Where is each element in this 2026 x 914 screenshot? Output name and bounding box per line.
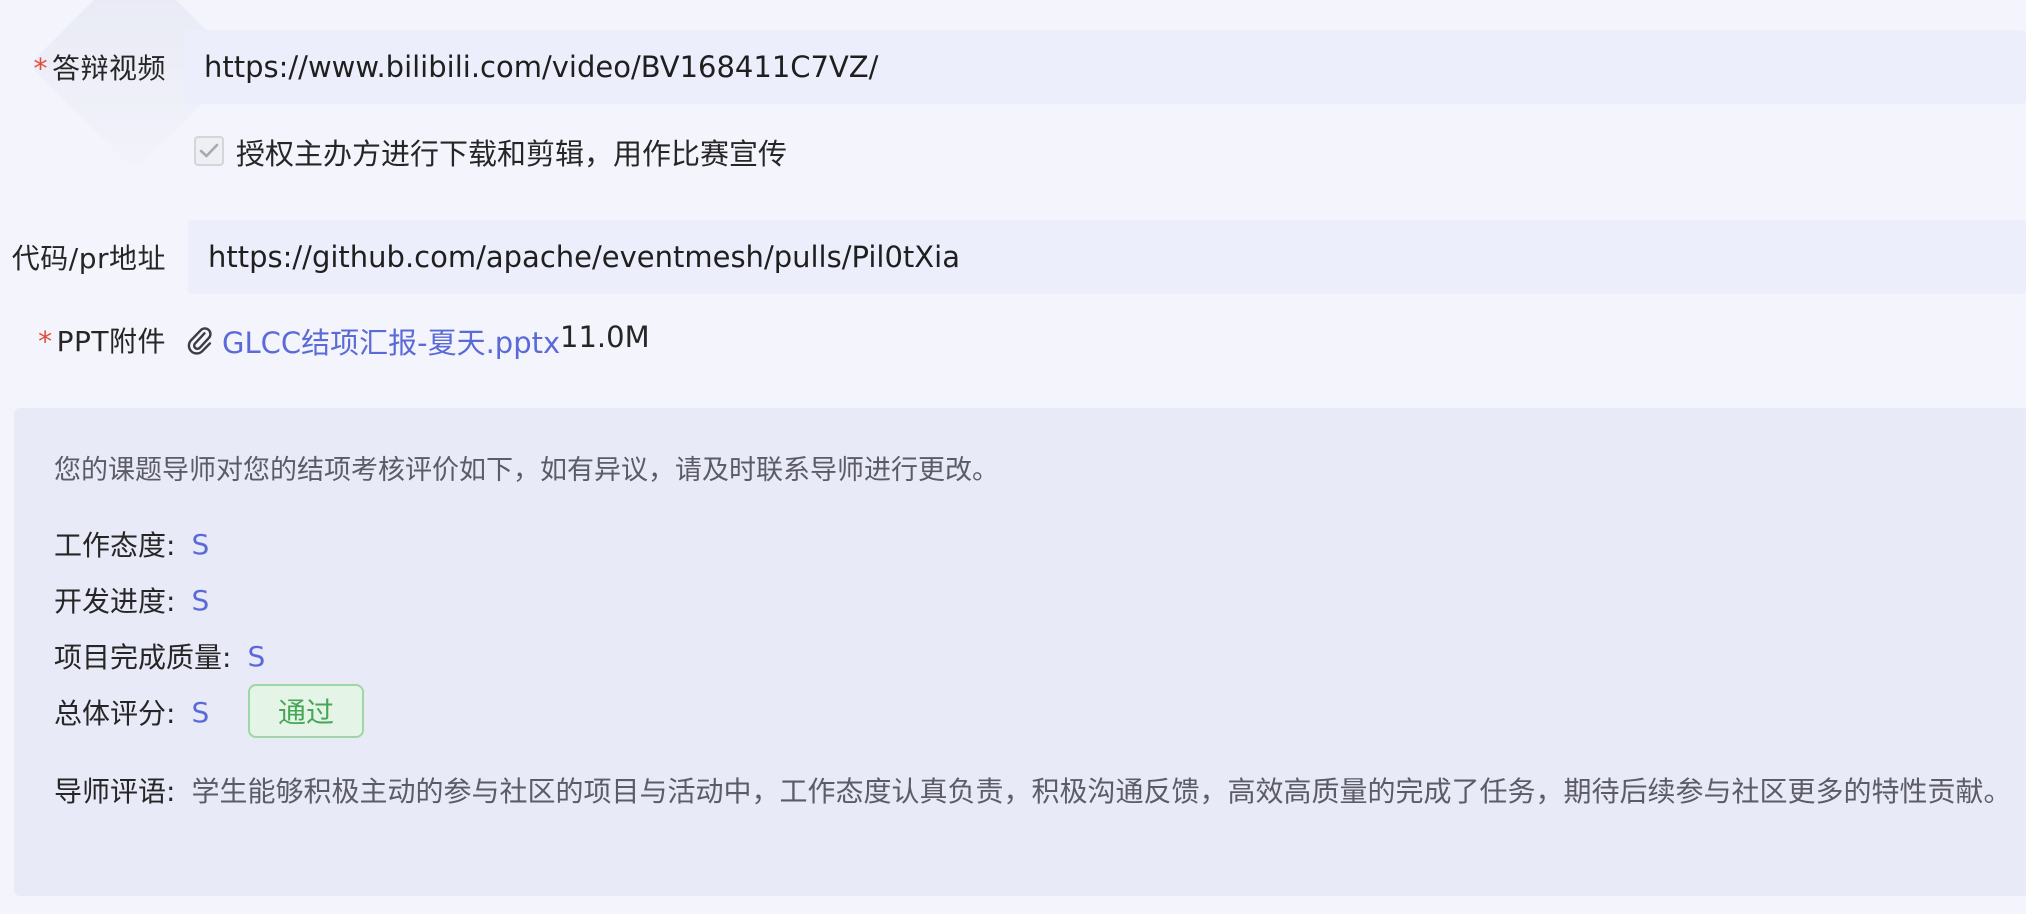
overall-label: 总体评分: (54, 697, 176, 730)
mentor-comment-text: 学生能够积极主动的参与社区的项目与活动中，工作态度认真负责，积极沟通反馈，高效高… (191, 775, 2012, 808)
work-attitude-label: 工作态度: (54, 529, 176, 562)
overall-grade: S (191, 695, 210, 729)
dev-progress-grade: S (191, 583, 210, 617)
submission-form: * 答辩视频 https://www.bilibili.com/video/BV1… (0, 0, 2026, 914)
ppt-label: * PPT附件 (38, 325, 166, 358)
status-badge-text: 通过 (277, 696, 334, 729)
authorize-label[interactable]: 授权主办方进行下载和剪辑，用作比赛宣传 (236, 131, 787, 173)
dev-progress-label: 开发进度: (54, 585, 176, 618)
status-badge: 通过 (248, 684, 364, 738)
mentor-comment: 导师评语: 学生能够积极主动的参与社区的项目与活动中，工作态度认真负责，积极沟通… (54, 770, 2011, 810)
video-label: * 答辩视频 (33, 52, 166, 85)
ppt-file-size: 11.0M (560, 320, 650, 354)
quality-grade: S (247, 639, 266, 673)
ppt-file-link[interactable]: GLCC结项汇报-夏天.pptx (222, 320, 560, 362)
work-attitude-grade: S (191, 527, 210, 561)
required-mark: * (33, 52, 48, 85)
overall-line: 总体评分: S (54, 692, 209, 732)
mentor-comment-label: 导师评语: (54, 775, 176, 808)
work-attitude-line: 工作态度: S (54, 524, 209, 564)
code-pr-input[interactable]: https://github.com/apache/eventmesh/pull… (188, 220, 2026, 294)
authorize-checkbox[interactable] (194, 136, 224, 166)
code-pr-label: 代码/pr地址 (11, 242, 166, 275)
check-icon (199, 143, 219, 158)
required-mark: * (38, 325, 53, 358)
dev-progress-line: 开发进度: S (54, 580, 209, 620)
evaluation-notice: 您的课题导师对您的结项考核评价如下，如有异议，请及时联系导师进行更改。 (54, 455, 999, 486)
code-pr-value: https://github.com/apache/eventmesh/pull… (208, 240, 960, 274)
video-url-value: https://www.bilibili.com/video/BV168411C… (204, 50, 879, 84)
quality-line: 项目完成质量: S (54, 636, 265, 676)
quality-label: 项目完成质量: (54, 641, 232, 674)
paperclip-icon (187, 327, 212, 355)
video-url-input[interactable]: https://www.bilibili.com/video/BV168411C… (184, 30, 2026, 104)
